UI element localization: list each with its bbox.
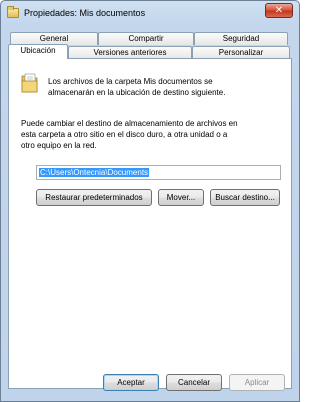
- documents-folder-icon: [21, 73, 38, 93]
- location-path-value: C:\Users\Ontecnia\Documents: [39, 168, 150, 177]
- folder-icon: [7, 6, 19, 18]
- restore-defaults-button[interactable]: Restaurar predeterminados: [36, 189, 152, 206]
- title-bar[interactable]: Propiedades: Mis documentos ✕: [1, 1, 299, 27]
- dialog-client: General Compartir Seguridad Ubicación Ve…: [8, 27, 292, 395]
- accept-button[interactable]: Aceptar: [103, 374, 159, 391]
- find-target-button[interactable]: Buscar destino...: [210, 189, 280, 206]
- tab-panel-ubicacion: [8, 58, 292, 389]
- info-line-3: otro equipo en la red.: [21, 141, 97, 150]
- cancel-button[interactable]: Cancelar: [166, 374, 222, 391]
- tab-ubicacion[interactable]: Ubicación: [8, 44, 68, 59]
- info-line-2: esta carpeta a otro sitio en el disco du…: [21, 130, 228, 139]
- tab-compartir[interactable]: Compartir: [98, 32, 194, 45]
- properties-dialog: Propiedades: Mis documentos ✕ General Co…: [0, 0, 300, 402]
- tab-seguridad[interactable]: Seguridad: [194, 32, 288, 45]
- info-line-1: Puede cambiar el destino de almacenamien…: [21, 119, 238, 128]
- apply-button[interactable]: Aplicar: [229, 374, 285, 391]
- close-button[interactable]: ✕: [265, 3, 293, 18]
- description-line-1: Los archivos de la carpeta Mis documento…: [48, 77, 213, 86]
- move-button[interactable]: Mover...: [158, 189, 204, 206]
- description-line-2: almacenarán en la ubicación de destino s…: [48, 88, 226, 97]
- location-path-input[interactable]: C:\Users\Ontecnia\Documents: [36, 165, 281, 180]
- window-title: Propiedades: Mis documentos: [24, 8, 146, 18]
